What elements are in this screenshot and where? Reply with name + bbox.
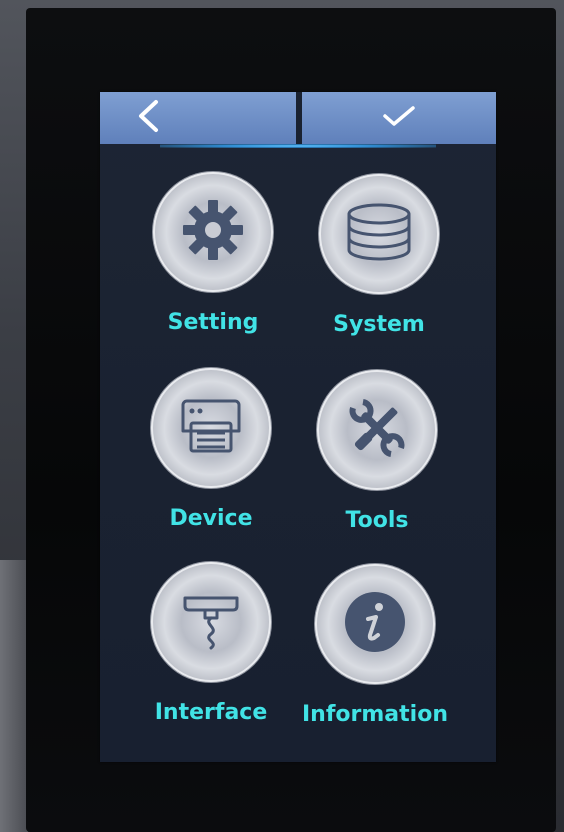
printer-icon (179, 397, 243, 459)
usb-cable-icon (179, 588, 243, 656)
confirm-button[interactable] (302, 92, 496, 144)
menu-item-system[interactable]: System (304, 174, 454, 354)
menu-item-disc (317, 370, 437, 490)
gear-icon (177, 194, 249, 270)
menu-item-disc (315, 564, 435, 684)
back-button[interactable] (100, 92, 296, 144)
check-icon (382, 104, 416, 132)
menu-item-tools[interactable]: Tools (302, 370, 452, 550)
menu-item-disc (151, 368, 271, 488)
menu-item-label: System (333, 312, 425, 337)
menu-item-interface[interactable]: Interface (136, 562, 286, 742)
menu-item-information[interactable]: Information (300, 564, 450, 744)
menu-item-setting[interactable]: Setting (138, 172, 288, 352)
device-edge (0, 560, 28, 832)
database-icon (344, 202, 414, 266)
menu-item-label: Information (302, 702, 448, 727)
menu-item-disc (151, 562, 271, 682)
wrench-screwdriver-icon (343, 394, 411, 466)
menu-item-disc (319, 174, 439, 294)
top-bar (100, 92, 496, 150)
info-icon (342, 589, 408, 659)
chevron-left-icon (136, 99, 160, 137)
menu-item-disc (153, 172, 273, 292)
top-bar-glow (160, 144, 436, 148)
menu-item-label: Setting (167, 310, 259, 335)
menu-item-label: Tools (345, 508, 409, 533)
menu-item-label: Interface (154, 700, 268, 725)
menu-item-device[interactable]: Device (136, 368, 286, 548)
menu-item-label: Device (169, 506, 253, 531)
touch-screen: Setting System Device Tools Interface In… (100, 92, 496, 762)
